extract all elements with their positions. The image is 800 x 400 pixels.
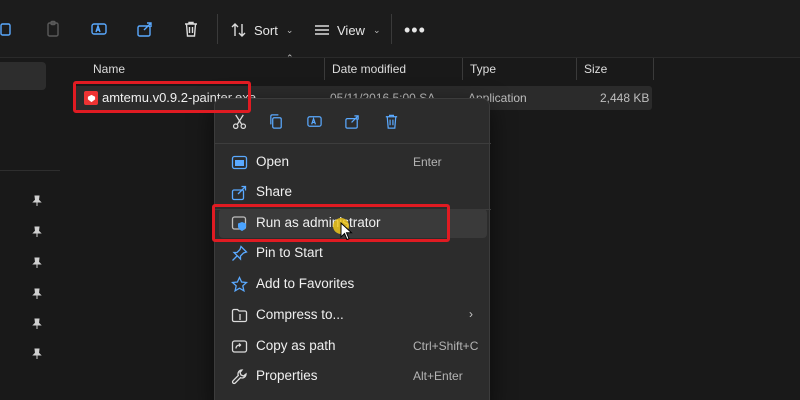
view-button[interactable]: View ⌄ [313, 18, 381, 42]
pin-icon [231, 245, 248, 262]
menu-item-pin-to-start[interactable]: Pin to Start [219, 239, 487, 268]
menu-item-label: Compress to... [256, 307, 344, 322]
path-icon [231, 338, 248, 355]
menu-item-label: Open [256, 154, 290, 169]
column-header: ⌃ Name Date modified Type Size [86, 53, 654, 80]
paste-icon[interactable] [42, 18, 64, 40]
pin-icon[interactable] [31, 348, 43, 360]
open-icon [231, 154, 248, 171]
nav-divider [0, 170, 60, 171]
column-type[interactable]: Type [463, 58, 577, 80]
zip-icon [231, 307, 248, 324]
pin-icon[interactable] [31, 226, 43, 238]
chevron-down-icon: ⌄ [285, 24, 294, 35]
menu-item-label: Share [256, 184, 293, 199]
view-icon [315, 25, 329, 35]
menu-item-label: Copy as path [256, 338, 336, 353]
copy-icon[interactable] [0, 18, 18, 40]
star-icon [230, 275, 249, 293]
menu-item-label: Properties [256, 368, 318, 383]
context-menu: Open Enter Share Run as administrator Pi… [214, 98, 491, 400]
menu-separator [215, 143, 491, 144]
chevron-down-icon: ⌄ [372, 24, 381, 35]
menu-item-label: Pin to Start [256, 245, 323, 260]
share-icon[interactable] [342, 111, 362, 131]
column-date-modified[interactable]: Date modified [325, 58, 463, 80]
file-size: 2,448 KB [600, 91, 650, 105]
menu-item-open[interactable]: Open Enter [219, 148, 487, 177]
share-icon[interactable] [134, 18, 156, 40]
pin-icon[interactable] [31, 318, 43, 330]
delete-icon[interactable] [180, 18, 202, 40]
cut-icon[interactable] [229, 111, 249, 131]
share-icon [231, 184, 248, 201]
sort-icon [231, 23, 246, 37]
wrench-icon [231, 368, 248, 385]
menu-item-shortcut: Enter [413, 155, 442, 169]
copy-icon[interactable] [266, 111, 286, 131]
menu-item-share[interactable]: Share [219, 178, 487, 207]
navigation-pane [0, 58, 60, 400]
command-bar: Sort ⌄ View ⌄ ••• [0, 0, 800, 58]
toolbar-separator [217, 14, 218, 44]
more-options-button[interactable]: ••• [404, 20, 426, 41]
pin-icon[interactable] [31, 195, 43, 207]
delete-icon[interactable] [381, 111, 401, 131]
chevron-right-icon: › [469, 307, 473, 321]
pin-icon[interactable] [31, 288, 43, 300]
menu-item-add-to-favorites[interactable]: Add to Favorites [219, 270, 487, 299]
menu-item-compress-to[interactable]: Compress to... › [219, 301, 487, 330]
rename-icon[interactable] [88, 18, 110, 40]
column-size[interactable]: Size [577, 58, 654, 80]
column-name[interactable]: Name [86, 58, 325, 80]
view-label: View [337, 22, 365, 38]
pin-icon[interactable] [31, 257, 43, 269]
menu-item-label: Add to Favorites [256, 276, 355, 291]
mouse-cursor-icon [340, 222, 353, 241]
menu-item-properties[interactable]: Properties Alt+Enter [219, 362, 487, 391]
menu-item-shortcut: Ctrl+Shift+C [413, 339, 479, 353]
menu-item-copy-as-path[interactable]: Copy as path Ctrl+Shift+C [219, 332, 487, 361]
sort-label: Sort [254, 22, 278, 38]
sort-button[interactable]: Sort ⌄ [230, 18, 293, 42]
nav-item-selected[interactable] [0, 62, 46, 90]
rename-icon[interactable] [304, 111, 324, 131]
highlight-box-run-as-admin [212, 204, 450, 242]
menu-item-shortcut: Alt+Enter [413, 369, 463, 383]
toolbar-separator [391, 14, 392, 44]
highlight-box-file [73, 81, 251, 113]
